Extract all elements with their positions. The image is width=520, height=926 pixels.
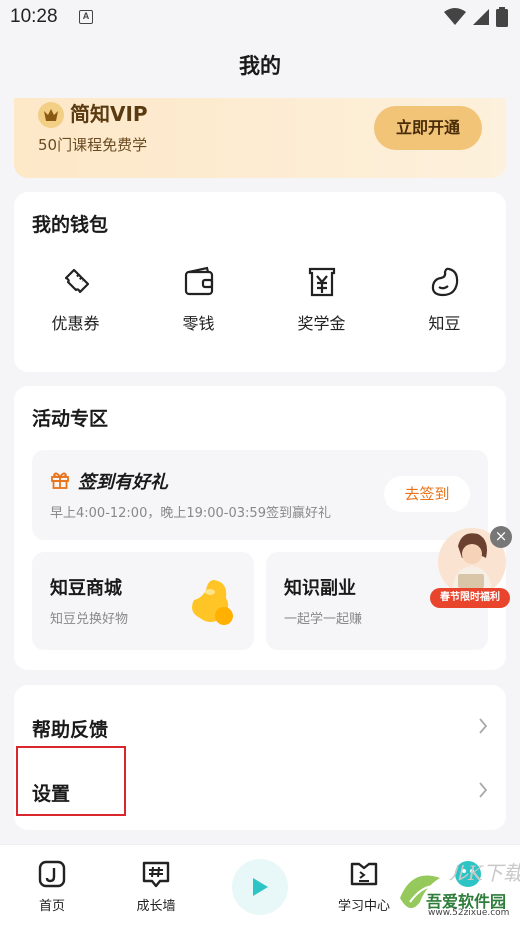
row-label: 帮助反馈 [32,719,109,741]
tab-label: 首页 [38,899,65,914]
signal-icon [473,9,489,25]
watermark-url: www.52zixue.com [428,908,510,918]
chevron-right-icon [479,782,488,798]
tab-study-center[interactable]: 学习中心 [324,859,404,914]
tile-subtitle: 一起学一起赚 [284,612,363,627]
wallet-card: 我的钱包 优惠券 零钱 奖学金 知豆 [14,192,506,372]
golden-bean-icon [192,580,233,625]
page-title: 我的 [239,54,281,78]
battery-icon [496,7,508,27]
bean-mall-tile[interactable]: 知豆商城 知豆兑换好物 [32,552,254,650]
study-icon [350,862,378,886]
play-button[interactable] [232,859,288,915]
tile-title: 知识副业 [284,578,356,599]
tile-title: 知豆商城 [50,578,122,599]
gift-icon [51,472,69,489]
signin-banner[interactable]: 签到有好礼 早上4:00-12:00，晚上19:00-03:59签到赢好礼 去签… [32,450,488,540]
bean-icon [431,267,458,297]
scholarship-icon [308,267,335,297]
wifi-icon [444,8,466,25]
wallet-icon [184,266,213,296]
notification-icon: A [79,10,93,24]
play-icon [253,878,268,896]
wallet-item-scholarship[interactable]: 奖学金 [260,264,383,334]
wallet-item-bean[interactable]: 知豆 [383,264,506,334]
highlight-box [16,746,126,816]
open-vip-button[interactable]: 立即开通 [374,106,482,150]
promo-label: 春节限时福利 [430,588,510,608]
crown-icon [38,102,64,128]
wallet-label: 奖学金 [297,314,346,333]
title-bar: 我的 [0,36,520,96]
wallet-label: 知豆 [428,314,461,333]
signin-button[interactable]: 去签到 [384,476,470,512]
vip-card[interactable]: 简知VIP 50门课程免费学 立即开通 [14,98,506,178]
tab-label: 成长墙 [136,899,176,914]
activity-title: 活动专区 [32,408,109,430]
status-time: 10:28 [10,6,58,27]
close-icon[interactable]: × [490,526,512,548]
tab-growth-wall[interactable]: 成长墙 [116,859,196,914]
wallet-label: 优惠券 [51,314,100,333]
home-icon [38,860,66,888]
svg-text:ルK下载: ルK下载 [448,861,520,885]
tile-subtitle: 知豆兑换好物 [50,612,129,627]
status-bar: 10:28 A [0,0,520,36]
wallet-item-coupon[interactable]: 优惠券 [14,264,137,334]
chevron-right-icon [479,718,488,734]
wallet-label: 零钱 [182,314,215,333]
vip-subtitle: 50门课程免费学 [38,136,148,154]
signin-subtitle: 早上4:00-12:00，晚上19:00-03:59签到赢好礼 [50,506,331,521]
tab-home[interactable]: 首页 [12,859,92,914]
wallet-item-change[interactable]: 零钱 [137,264,260,334]
coupon-icon [64,268,89,294]
wallet-title: 我的钱包 [32,214,109,236]
status-indicators [444,7,508,27]
signin-title: 签到有好礼 [78,472,168,493]
tab-label: 学习中心 [337,899,390,914]
vip-title: 简知VIP [70,102,148,126]
hashtag-icon [142,861,170,888]
